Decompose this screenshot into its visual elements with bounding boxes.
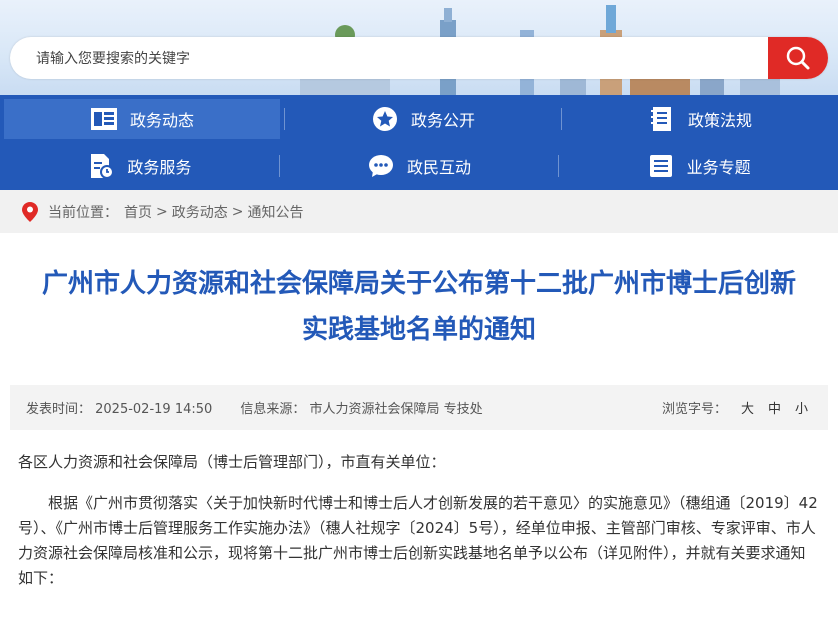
- font-size-medium-button[interactable]: 中: [768, 398, 781, 417]
- service-document-icon: [87, 152, 115, 180]
- breadcrumb-separator: >: [231, 203, 244, 220]
- article-title-line: 实践基地名单的通知: [301, 315, 536, 345]
- publish-time: 发表时间： 2025-02-19 14:50: [26, 402, 213, 417]
- search-input[interactable]: [34, 37, 758, 79]
- list-icon: [647, 152, 675, 180]
- article-body: 各区人力资源和社会保障局（博士后管理部门），市直有关单位： 根据《广州市贯彻落实…: [18, 450, 820, 591]
- nav-item-government-news[interactable]: 政务动态: [4, 98, 280, 139]
- nav-label: 政务动态: [129, 110, 194, 130]
- nav-label: 政民互动: [407, 157, 472, 177]
- chat-bubble-icon: [367, 152, 395, 180]
- breadcrumb-link-home[interactable]: 首页: [124, 202, 152, 222]
- nav-item-special-topics[interactable]: 业务专题: [559, 146, 838, 186]
- font-size-small-button[interactable]: 小: [795, 398, 808, 417]
- location-pin-icon: [22, 201, 38, 222]
- search-button[interactable]: [768, 37, 828, 79]
- nav-item-government-disclosure[interactable]: 政务公开: [285, 99, 561, 139]
- breadcrumb-link-government-news[interactable]: 政务动态: [172, 202, 228, 222]
- nav-label: 政策法规: [687, 110, 752, 130]
- article-paragraph: 根据《广州市贯彻落实〈关于加快新时代博士和博士后人才创新发展的若干意见〉的实施意…: [18, 494, 818, 587]
- nav-label: 业务专题: [686, 157, 751, 177]
- search-icon: [786, 46, 810, 70]
- font-size-large-button[interactable]: 大: [741, 398, 754, 417]
- article-salutation: 各区人力资源和社会保障局（博士后管理部门），市直有关单位：: [18, 453, 446, 471]
- main-navigation: 政务动态 政务公开 政策法规 政务服务 政民互动 业务专题: [0, 95, 838, 190]
- nav-item-policy-regulations[interactable]: 政策法规: [562, 99, 838, 139]
- breadcrumb: 当前位置： 首页 > 政务动态 > 通知公告: [0, 190, 838, 233]
- nav-item-public-interaction[interactable]: 政民互动: [280, 146, 559, 186]
- font-size-label: 浏览字号：: [661, 402, 727, 417]
- document-icon: [648, 105, 676, 133]
- header-banner: [0, 0, 838, 95]
- nav-label: 政务服务: [127, 157, 192, 177]
- article-meta-bar: 发表时间： 2025-02-19 14:50 信息来源： 市人力资源社会保障局 …: [10, 385, 828, 430]
- news-icon: [90, 105, 118, 133]
- search-bar: [10, 37, 828, 79]
- info-source: 信息来源： 市人力资源社会保障局 专技处: [240, 402, 483, 417]
- breadcrumb-separator: >: [156, 203, 168, 220]
- star-icon: [371, 105, 399, 133]
- nav-label: 政务公开: [410, 110, 475, 130]
- nav-item-government-services[interactable]: 政务服务: [0, 146, 279, 186]
- breadcrumb-prefix: 当前位置：: [48, 204, 118, 221]
- article-title-line: 广州市人力资源和社会保障局关于公布第十二批广州市博士后创新: [41, 269, 796, 299]
- breadcrumb-link-notices[interactable]: 通知公告: [247, 202, 303, 222]
- article-title: 广州市人力资源和社会保障局关于公布第十二批广州市博士后创新 实践基地名单的通知: [8, 261, 830, 353]
